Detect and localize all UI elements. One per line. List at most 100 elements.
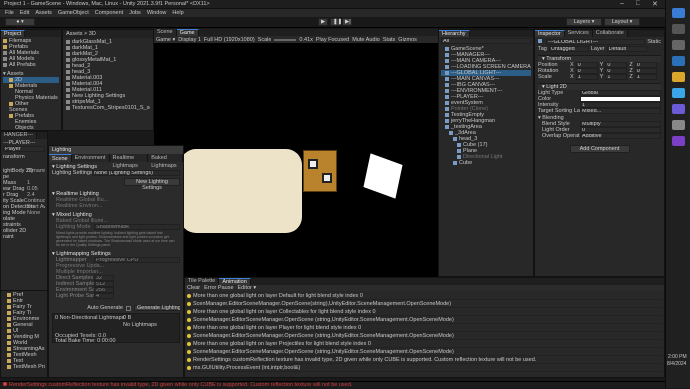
console-entry[interactable]: More than one global light on layer Play…: [187, 324, 662, 332]
transform-header[interactable]: ▾ Transform: [538, 55, 661, 62]
console-entry[interactable]: SceneManager.EditorSceneManager.OpenScen…: [187, 332, 662, 340]
layer-dropdown[interactable]: Default: [606, 46, 647, 52]
windows-start-icon[interactable]: [672, 8, 685, 18]
folder-item[interactable]: All Prefabs: [3, 62, 59, 68]
folder-icon: [7, 364, 11, 369]
asset-file[interactable]: TexturesCom_Stripes0101_S_seamless: [66, 105, 150, 111]
lighting-tab-realtime[interactable]: Realtime Lightmaps: [109, 154, 149, 169]
tab-scene[interactable]: Scene: [154, 29, 177, 36]
task-view-icon[interactable]: [672, 40, 685, 50]
tab-project[interactable]: Project: [1, 30, 26, 37]
gameobject-icon: [449, 130, 453, 135]
menu-component[interactable]: Component: [95, 10, 123, 16]
static-toggle[interactable]: Static: [647, 39, 661, 45]
menu-edit[interactable]: Edit: [20, 10, 29, 16]
mute-audio-toggle[interactable]: Mute Audio: [352, 37, 380, 43]
menu-jobs[interactable]: Jobs: [129, 10, 141, 16]
gizmos-dropdown[interactable]: Gizmos: [398, 37, 417, 43]
layout-dropdown[interactable]: Layout ▾: [604, 18, 640, 26]
layers-dropdown[interactable]: Layers ▾: [566, 18, 602, 26]
target-sorting-dropdown[interactable]: Mixed...: [580, 108, 661, 114]
play-focused-dropdown[interactable]: Play Focused: [316, 37, 349, 43]
warning-icon: [187, 325, 191, 330]
clear-button[interactable]: Clear: [187, 285, 200, 291]
material-icon: [66, 75, 70, 80]
new-lighting-settings-button[interactable]: New Lighting Settings: [124, 178, 180, 191]
store-icon[interactable]: [672, 88, 685, 98]
tab-services[interactable]: Services: [564, 30, 593, 37]
scale-slider[interactable]: [274, 38, 297, 41]
lightmapper-dropdown[interactable]: Progressive CPU: [94, 257, 180, 263]
lighting-tab-scene[interactable]: Scene: [49, 154, 72, 162]
probe-samples-field[interactable]: 4: [94, 293, 114, 299]
close-button[interactable]: ✕: [652, 0, 658, 8]
display-dropdown[interactable]: Display 1: [178, 37, 201, 43]
stats-toggle[interactable]: Stats: [383, 37, 396, 43]
generate-lighting-button[interactable]: Generate Lighting: [134, 305, 180, 311]
edge-icon[interactable]: [672, 56, 685, 66]
light2d-header[interactable]: ▾ Light 2D: [538, 83, 661, 90]
lighting-mode-dropdown[interactable]: Shadowmask: [94, 224, 180, 230]
add-component-button[interactable]: Add Component: [569, 145, 630, 153]
gameobject-icon: [445, 46, 449, 51]
console-entry[interactable]: SceneManager.EditorSceneManager.OpenScen…: [187, 316, 662, 324]
console-entry[interactable]: More than one global light on layer Proj…: [187, 340, 662, 348]
folder-icon: [3, 38, 7, 43]
gameobject-icon: [445, 82, 449, 87]
hierarchy-item[interactable]: Cube: [441, 160, 531, 166]
maximize-button[interactable]: □: [636, 0, 640, 7]
tab-game[interactable]: Game: [176, 29, 199, 36]
tab-collaborate[interactable]: Collaborate: [592, 30, 628, 37]
game-mode-dropdown[interactable]: Game ▾: [156, 37, 175, 43]
console-entry[interactable]: SceneManager.EditorSceneManager.OpenScen…: [187, 348, 662, 356]
gameobject-icon: [445, 88, 449, 93]
editor-dropdown[interactable]: Editor ▾: [238, 285, 257, 291]
minimize-button[interactable]: –: [620, 0, 624, 7]
resolution-dropdown[interactable]: Full HD (1920x1080): [204, 37, 255, 43]
menu-help[interactable]: Help: [172, 10, 183, 16]
menu-gameobject[interactable]: GameObject: [58, 10, 89, 16]
console-entry[interactable]: ScenManager.EditorSceneManager.OpenScene…: [187, 300, 662, 308]
console-entry[interactable]: RenderSettings customReflection texture …: [187, 356, 662, 364]
tab-tile-palette[interactable]: Tile Palette: [185, 278, 220, 285]
project-list-item[interactable]: TextMesh Pro: [3, 364, 45, 370]
console-entry[interactable]: More than one global light on layer Coll…: [187, 308, 662, 316]
scale-z[interactable]: 1: [634, 74, 657, 80]
scale-y[interactable]: 1: [605, 74, 628, 80]
menu-file[interactable]: File: [5, 10, 14, 16]
tab-animation[interactable]: Animation: [219, 278, 251, 285]
pause-button[interactable]: ❚❚: [330, 18, 342, 26]
folder-icon: [7, 358, 11, 363]
overlap-dropdown[interactable]: Additive: [580, 133, 661, 139]
lighting-tab-environment[interactable]: Environment: [71, 154, 110, 162]
search-icon[interactable]: [672, 24, 685, 34]
status-bar[interactable]: RenderSettings customReflection texture …: [0, 381, 665, 388]
app-icon[interactable]: [672, 104, 685, 114]
left-property: raint: [3, 234, 14, 240]
console-entry[interactable]: More than one global light on layer Defa…: [187, 292, 662, 300]
account-button[interactable]: ● ▾: [5, 18, 35, 26]
tag-dropdown[interactable]: Untagged: [548, 46, 589, 52]
scale-x[interactable]: 1: [575, 74, 598, 80]
gameobject-icon: [445, 52, 449, 57]
object-name-field[interactable]: ---GLOBAL LIGHT---: [546, 39, 646, 45]
auto-generate-checkbox[interactable]: [126, 305, 131, 311]
console-entry[interactable]: ms.GUIUtility.ProcessEvent (int,intptr,b…: [187, 364, 662, 372]
folder-icon: [7, 340, 11, 345]
file-explorer-icon[interactable]: [672, 72, 685, 82]
tab-inspector[interactable]: Inspector: [535, 30, 565, 37]
tab-hanger[interactable]: HANGER---: [1, 132, 38, 139]
gameobject-icon: [445, 124, 449, 129]
menu-window[interactable]: Window: [147, 10, 167, 16]
play-button[interactable]: ▶: [318, 18, 328, 26]
step-button[interactable]: ▶|: [342, 18, 352, 26]
error-pause-toggle[interactable]: Error Pause: [204, 285, 233, 291]
menu-assets[interactable]: Assets: [35, 10, 52, 16]
visual-studio-icon[interactable]: [672, 136, 685, 146]
player-select[interactable]: Player: [3, 146, 45, 152]
unity-icon[interactable]: [672, 120, 685, 130]
lighting-settings-field[interactable]: None (Lighting Settings): [92, 170, 180, 176]
tab-hierarchy[interactable]: Hierarchy: [439, 30, 470, 37]
hierarchy-search[interactable]: All: [441, 38, 531, 44]
lighting-tab-baked[interactable]: Baked Lightmaps: [148, 154, 183, 169]
